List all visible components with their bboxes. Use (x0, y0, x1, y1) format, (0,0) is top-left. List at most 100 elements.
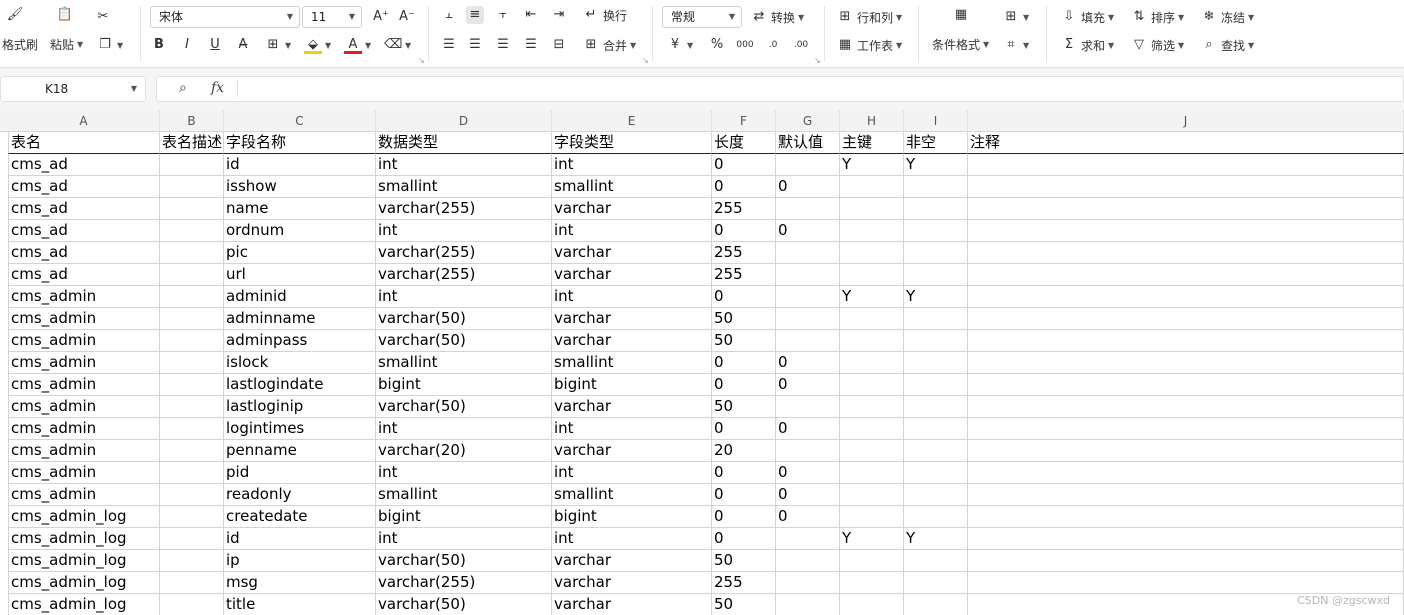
font-color-button[interactable]: A ▼ (344, 36, 371, 54)
table-cell[interactable]: ip (224, 550, 376, 572)
table-cell[interactable]: 50 (712, 308, 776, 330)
table-cell[interactable] (840, 396, 904, 418)
table-cell[interactable] (840, 462, 904, 484)
table-cell[interactable]: varchar(255) (376, 242, 552, 264)
table-cell[interactable]: url (224, 264, 376, 286)
table-cell[interactable] (160, 506, 224, 528)
table-cell[interactable]: smallint (552, 176, 712, 198)
table-cell[interactable] (904, 352, 968, 374)
table-cell[interactable] (968, 550, 1404, 572)
table-cell[interactable]: int (552, 418, 712, 440)
table-cell[interactable]: Y (904, 528, 968, 550)
table-cell[interactable]: adminpass (224, 330, 376, 352)
font-dialog-launcher-icon[interactable]: ↘ (418, 56, 425, 65)
table-cell[interactable]: 0 (776, 484, 840, 506)
increase-indent-button[interactable]: ⇥ (550, 6, 568, 24)
align-center-button[interactable]: ☰ (466, 36, 484, 54)
table-cell[interactable] (904, 550, 968, 572)
table-cell[interactable]: varchar(50) (376, 550, 552, 572)
table-cell[interactable]: varchar(50) (376, 308, 552, 330)
table-cell[interactable] (968, 484, 1404, 506)
column-header-b[interactable]: B (160, 110, 224, 132)
table-cell[interactable]: int (376, 462, 552, 484)
table-cell[interactable] (160, 264, 224, 286)
table-cell[interactable] (904, 330, 968, 352)
column-header-g[interactable]: G (776, 110, 840, 132)
table-cell[interactable] (968, 176, 1404, 198)
table-cell[interactable] (904, 484, 968, 506)
percent-button[interactable]: % (708, 36, 726, 54)
table-cell[interactable] (776, 528, 840, 550)
table-cell[interactable]: 50 (712, 550, 776, 572)
table-cell[interactable]: cms_admin (8, 374, 160, 396)
decrease-indent-button[interactable]: ⇤ (522, 6, 540, 24)
table-cell[interactable] (160, 374, 224, 396)
thousands-button[interactable]: 000 (736, 36, 754, 54)
table-cell[interactable]: bigint (552, 374, 712, 396)
worksheet-button[interactable]: ▦ 工作表 ▼ (836, 36, 902, 54)
table-cell[interactable] (160, 198, 224, 220)
align-bottom-button[interactable]: ⫟ (494, 6, 512, 24)
table-cell[interactable]: cms_admin (8, 440, 160, 462)
table-cell[interactable]: smallint (376, 176, 552, 198)
table-cell[interactable]: smallint (552, 484, 712, 506)
table-cell[interactable] (840, 572, 904, 594)
header-cell[interactable]: 表名 (8, 132, 160, 154)
table-cell[interactable]: logintimes (224, 418, 376, 440)
table-cell[interactable] (904, 396, 968, 418)
table-cell[interactable] (776, 330, 840, 352)
table-cell[interactable]: 0 (776, 176, 840, 198)
header-cell[interactable]: 主键 (840, 132, 904, 154)
table-cell[interactable]: 0 (712, 528, 776, 550)
table-cell[interactable]: 50 (712, 396, 776, 418)
table-cell[interactable]: 0 (712, 352, 776, 374)
table-cell[interactable]: cms_admin (8, 484, 160, 506)
format-painter-label[interactable]: 格式刷 (2, 36, 38, 53)
header-cell[interactable]: 数据类型 (376, 132, 552, 154)
font-name-select[interactable]: 宋体 ▼ (150, 6, 300, 28)
table-cell[interactable]: int (552, 528, 712, 550)
table-cell[interactable] (840, 242, 904, 264)
table-cell[interactable]: varchar (552, 550, 712, 572)
table-cell[interactable]: id (224, 154, 376, 176)
table-cell[interactable] (840, 198, 904, 220)
table-cell[interactable] (904, 594, 968, 615)
table-cell[interactable]: isshow (224, 176, 376, 198)
table-cell[interactable] (160, 462, 224, 484)
format-painter-button[interactable]: 🖌 (6, 6, 24, 24)
table-cell[interactable]: cms_admin_log (8, 550, 160, 572)
table-cell[interactable]: 255 (712, 264, 776, 286)
table-cell[interactable]: cms_ad (8, 176, 160, 198)
table-cell[interactable]: 255 (712, 198, 776, 220)
table-cell[interactable] (840, 418, 904, 440)
table-cell[interactable] (776, 242, 840, 264)
fill-color-button[interactable]: ⬙ ▼ (304, 36, 331, 54)
table-cell[interactable]: 0 (712, 374, 776, 396)
table-cell[interactable] (840, 220, 904, 242)
table-cell[interactable]: id (224, 528, 376, 550)
table-cell[interactable] (160, 176, 224, 198)
table-cell[interactable] (968, 308, 1404, 330)
table-cell[interactable]: lastlogindate (224, 374, 376, 396)
table-cell[interactable] (968, 396, 1404, 418)
table-cell[interactable]: adminid (224, 286, 376, 308)
table-cell[interactable]: varchar (552, 396, 712, 418)
table-cell[interactable]: bigint (376, 506, 552, 528)
table-cell[interactable] (904, 220, 968, 242)
increase-decimal-button[interactable]: .0 (764, 36, 782, 54)
decrease-decimal-button[interactable]: .00 (792, 36, 810, 54)
border-button[interactable]: ⊞ ▼ (264, 36, 292, 54)
table-cell[interactable] (968, 154, 1404, 176)
alignment-dialog-launcher-icon[interactable]: ↘ (642, 56, 649, 65)
column-header-i[interactable]: I (904, 110, 968, 132)
header-cell[interactable]: 长度 (712, 132, 776, 154)
table-cell[interactable] (160, 594, 224, 615)
table-cell[interactable]: createdate (224, 506, 376, 528)
table-cell[interactable]: cms_admin_log (8, 594, 160, 615)
table-cell[interactable]: bigint (552, 506, 712, 528)
table-cell[interactable] (840, 330, 904, 352)
table-cell[interactable]: 0 (776, 418, 840, 440)
table-cell[interactable]: varchar (552, 440, 712, 462)
table-cell[interactable]: 20 (712, 440, 776, 462)
table-cell[interactable]: Y (904, 154, 968, 176)
